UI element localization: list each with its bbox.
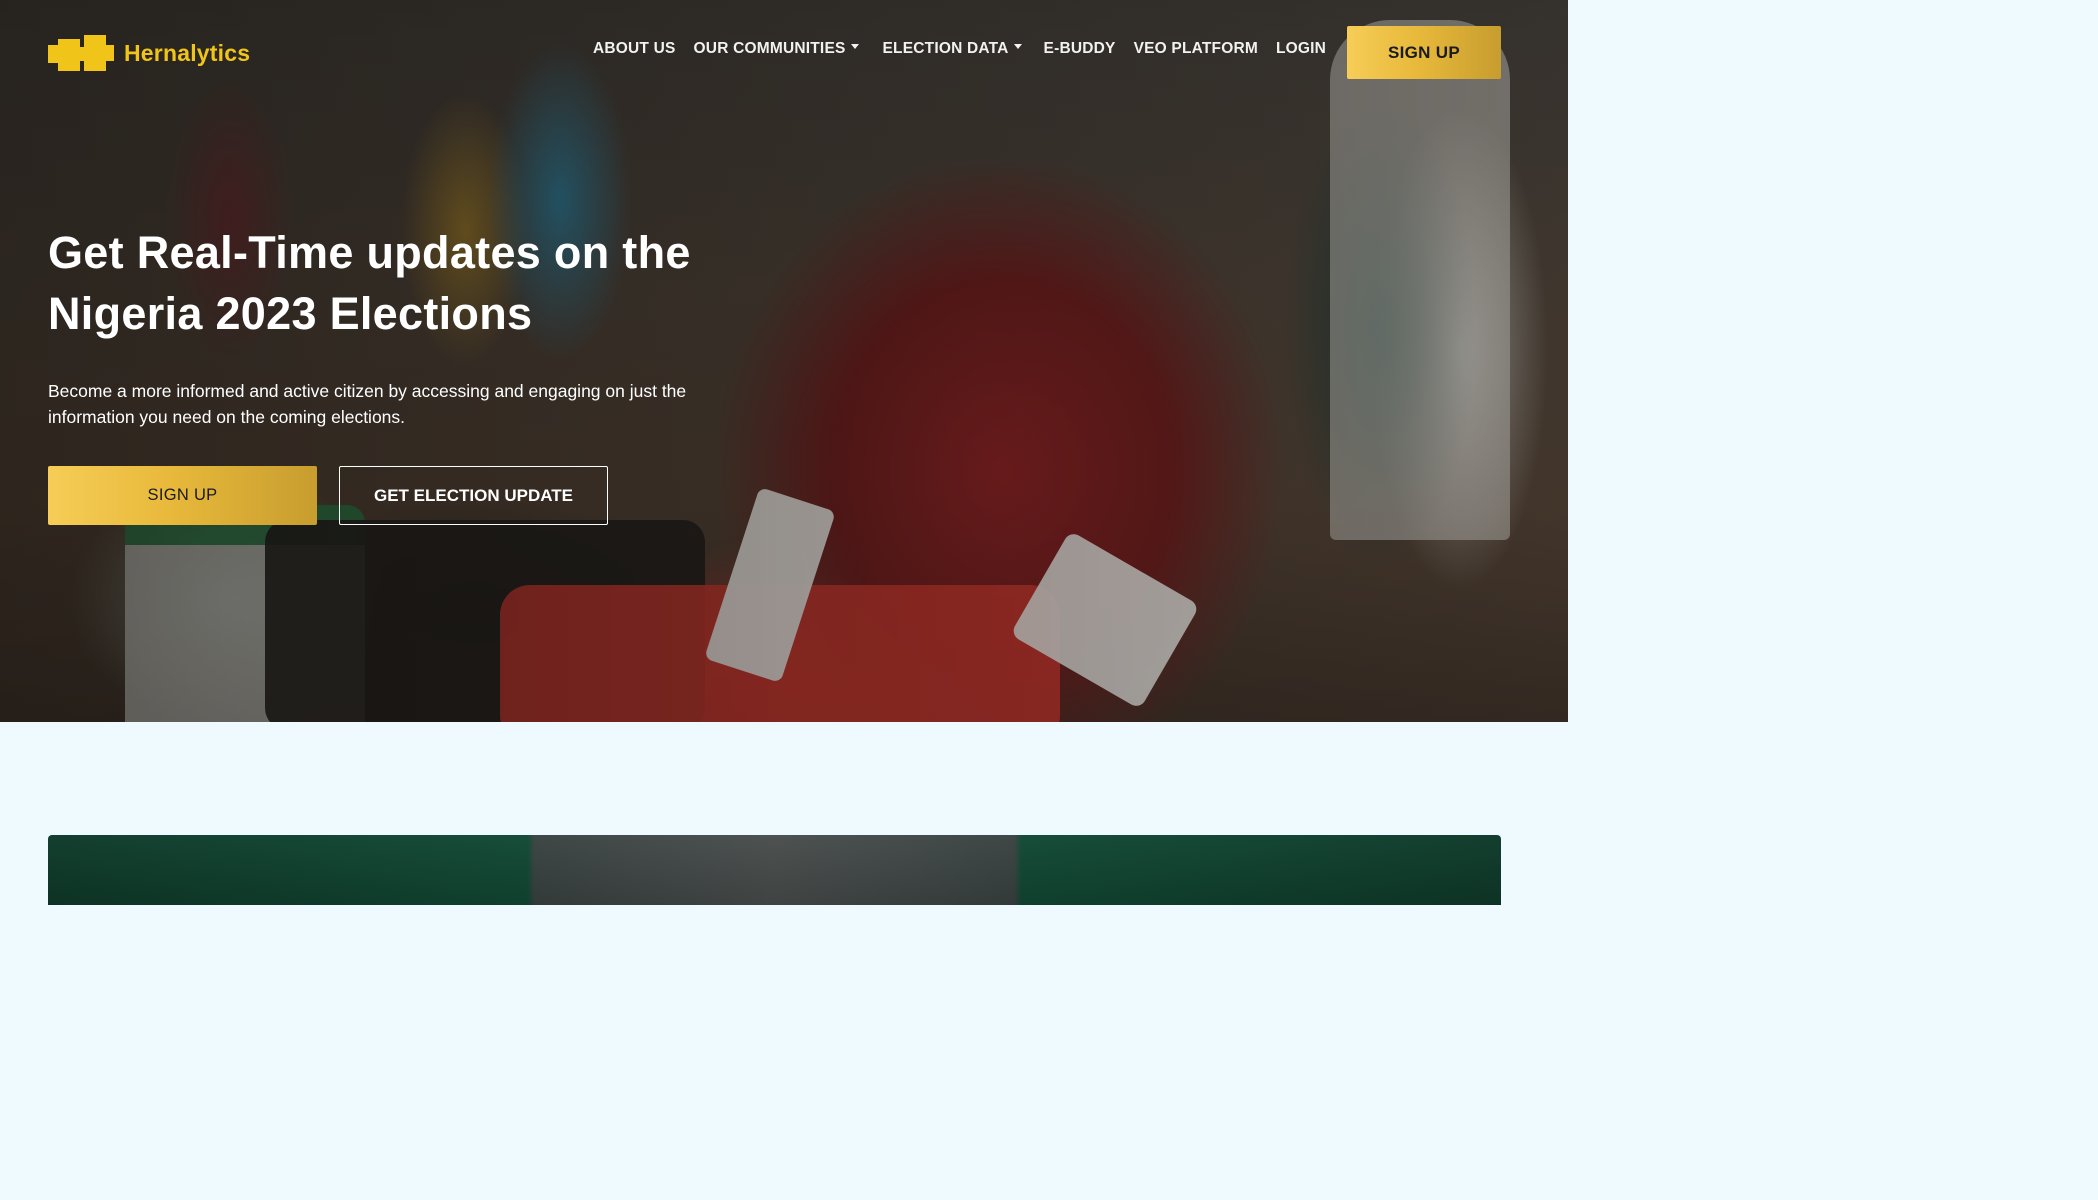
- nav-item-label: E-BUDDY: [1043, 40, 1116, 57]
- hero-subtext: Become a more informed and active citize…: [48, 381, 687, 427]
- caret-down-icon: [850, 43, 859, 49]
- nigeria-flag-banner: [48, 835, 1501, 905]
- get-election-update-button[interactable]: GET ELECTION UPDATE: [339, 466, 608, 525]
- nav-item-veo-platform[interactable]: VEO PLATFORM: [1134, 40, 1258, 58]
- brand-name: Hernalytics: [124, 39, 251, 66]
- nav-item-label: VEO PLATFORM: [1133, 40, 1258, 57]
- nav-item-e-buddy[interactable]: E-BUDDY: [1044, 40, 1116, 58]
- nav-item-label: ABOUT US: [593, 40, 676, 57]
- banner-overlay: [48, 835, 1501, 905]
- caret-down-icon: [1013, 43, 1022, 49]
- brand-logo[interactable]: Hernalytics: [48, 33, 250, 73]
- nav-signup-button[interactable]: SIGN UP: [1347, 26, 1501, 79]
- hero-section: Hernalytics ABOUT US OUR COMMUNITIES ELE…: [0, 0, 1568, 722]
- nav-item-election-data[interactable]: ELECTION DATA: [883, 40, 1022, 58]
- nav-item-our-communities[interactable]: OUR COMMUNITIES: [694, 40, 859, 58]
- nav-item-about-us[interactable]: ABOUT US: [593, 40, 676, 58]
- hero-headline: Get Real-Time updates on the Nigeria 202…: [48, 222, 808, 344]
- nav-item-label: LOGIN: [1275, 40, 1327, 57]
- main-nav: ABOUT US OUR COMMUNITIES ELECTION DATA E…: [593, 40, 1344, 58]
- nav-item-label: ELECTION DATA: [882, 40, 1009, 57]
- nav-item-label: OUR COMMUNITIES: [693, 40, 846, 57]
- nav-item-login[interactable]: LOGIN: [1276, 40, 1326, 58]
- hero-overlay: [0, 0, 1568, 722]
- hero-headline-line: Get Real-Time updates on the: [48, 227, 691, 278]
- hero-signup-button[interactable]: SIGN UP: [48, 466, 317, 525]
- hero-headline-line: Nigeria 2023 Elections: [48, 288, 533, 339]
- logo-icon: [48, 33, 116, 73]
